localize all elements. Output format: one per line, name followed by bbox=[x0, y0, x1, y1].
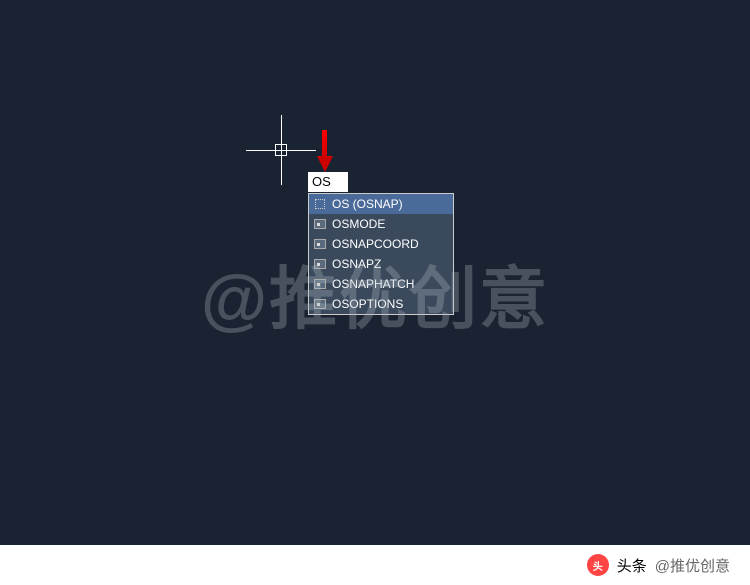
toutiao-logo-icon: 头 bbox=[587, 554, 609, 576]
dropdown-item-label: OSOPTIONS bbox=[332, 297, 403, 311]
footer-bar: 头 头条 @推优创意 bbox=[0, 545, 750, 585]
sysvar-icon bbox=[313, 297, 327, 311]
dropdown-item-label: OSMODE bbox=[332, 217, 385, 231]
arrow-head-icon bbox=[317, 156, 333, 172]
sysvar-icon bbox=[313, 257, 327, 271]
sysvar-icon bbox=[313, 237, 327, 251]
sysvar-icon bbox=[313, 277, 327, 291]
dropdown-item-label: OS (OSNAP) bbox=[332, 197, 403, 211]
crosshair-pickbox bbox=[275, 144, 287, 156]
dropdown-item-osnaphatch[interactable]: OSNAPHATCH bbox=[309, 274, 453, 294]
dropdown-item-osnapz[interactable]: OSNAPZ bbox=[309, 254, 453, 274]
dropdown-item-osnapcoord[interactable]: OSNAPCOORD bbox=[309, 234, 453, 254]
command-input[interactable]: OS bbox=[308, 172, 348, 192]
osnap-icon bbox=[313, 197, 327, 211]
sysvar-icon bbox=[313, 217, 327, 231]
dropdown-item-label: OSNAPHATCH bbox=[332, 277, 414, 291]
dropdown-item-osmode[interactable]: OSMODE bbox=[309, 214, 453, 234]
arrow-body bbox=[322, 130, 327, 158]
footer-brand-label: 头条 bbox=[617, 555, 647, 576]
dropdown-item-label: OSNAPZ bbox=[332, 257, 381, 271]
autocomplete-dropdown: OS (OSNAP) OSMODE OSNAPCOORD OSNAPZ OSNA… bbox=[308, 193, 454, 315]
dropdown-item-osoptions[interactable]: OSOPTIONS bbox=[309, 294, 453, 314]
dropdown-item-osnap[interactable]: OS (OSNAP) bbox=[309, 194, 453, 214]
dropdown-item-label: OSNAPCOORD bbox=[332, 237, 419, 251]
footer-handle: @推优创意 bbox=[655, 555, 730, 576]
